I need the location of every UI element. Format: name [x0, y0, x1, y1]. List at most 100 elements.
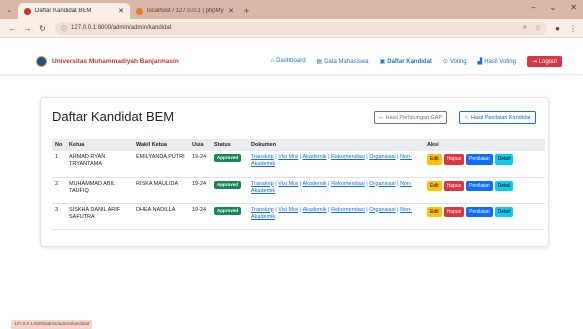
doc-link-organisasi[interactable]: Organisasi	[369, 154, 395, 160]
url-field[interactable]: ⓘ 127.0.0.1:8000/admin/admin/kandidat ⌕ …	[55, 21, 548, 35]
browser-menu-icon[interactable]: ⋮	[569, 24, 577, 33]
zoom-icon[interactable]: ⌕	[523, 24, 527, 32]
back-icon[interactable]: ←	[6, 24, 19, 33]
favicon-icon	[136, 7, 143, 15]
table-row: 3 SISKHA DANIL ARIF SAFUTRA DHEA NADILLA…	[52, 203, 545, 230]
cell-status: Approved	[211, 177, 248, 204]
doc-link-visi-misi[interactable]: Visi Misi	[278, 181, 298, 187]
doc-link-rekomendasi[interactable]: Rekomendasi	[331, 207, 365, 213]
tab-close-icon[interactable]: ✕	[228, 7, 234, 15]
window-controls: – ⌄ ✕	[531, 3, 577, 12]
table-row: 1 AHMAD RYAN TRYANTAMA EMILYANDA PUTRI 1…	[52, 151, 545, 178]
hapus-button[interactable]: Hapus	[443, 206, 465, 218]
nav-daftar-kandidat[interactable]: ▣ Daftar Kandidat	[380, 58, 432, 65]
bookmark-star-icon[interactable]: ☆	[535, 24, 541, 32]
status-badge: Approved	[214, 206, 242, 215]
col-no: No	[52, 139, 66, 151]
cell-usia: 19-24	[189, 203, 211, 230]
id-card-icon: ▣	[379, 58, 386, 65]
browser-tab-active[interactable]: Daftar Kandidat BEM ✕	[18, 3, 130, 19]
nav-voting[interactable]: ⊙ Voting	[443, 58, 467, 65]
reload-icon[interactable]: ↻	[36, 24, 49, 33]
new-tab-button[interactable]: +	[244, 3, 249, 19]
university-logo	[36, 55, 47, 67]
cell-wakil: RISKA MAULIDA	[133, 177, 189, 204]
logout-button[interactable]: ⇥ Logout	[526, 55, 562, 67]
hasil-penilaian-button[interactable]: ♘ Hasil Penilaian Kandidat	[459, 111, 536, 124]
doc-link-organisasi[interactable]: Organisasi	[369, 181, 395, 187]
detail-button[interactable]: Detail	[494, 154, 514, 165]
doc-link-akademik[interactable]: Akademik	[302, 207, 326, 213]
nav-data-mahasiswa[interactable]: ▤ Data Mahasiswa	[317, 58, 369, 65]
col-aksi: Aksi	[424, 139, 545, 151]
site-info-icon[interactable]: ⓘ	[61, 24, 67, 33]
edit-button[interactable]: Edit	[427, 154, 442, 165]
cell-ketua: MUHAMMAD ABIL TAUFIQ	[66, 177, 133, 204]
hapus-button[interactable]: Hapus	[443, 154, 465, 165]
detail-button[interactable]: Detail	[494, 206, 514, 218]
minimize-icon[interactable]: –	[531, 3, 535, 12]
browser-tab-inactive[interactable]: localhost / 127.0.0.1 | phpMyAd... ✕	[130, 3, 240, 19]
doc-link-visi-misi[interactable]: Visi Misi	[278, 154, 298, 160]
nav-links: ⌂ Dashboard ▤ Data Mahasiswa ▣ Daftar Kandi…	[271, 55, 562, 67]
doc-link-visi-misi[interactable]: Visi Misi	[278, 207, 298, 213]
cell-ketua: AHMAD RYAN TRYANTAMA	[66, 151, 133, 178]
cell-no: 3	[52, 203, 66, 230]
edit-button[interactable]: Edit	[427, 180, 442, 192]
doc-link-transkrip[interactable]: Transkrip	[251, 181, 274, 187]
url-text: 127.0.0.1:8000/admin/admin/kandidat	[71, 25, 172, 31]
bar-chart-icon: ▟	[477, 58, 483, 65]
hapus-button[interactable]: Hapus	[443, 180, 465, 192]
cell-aksi: Edit Hapus Penilaian Detail	[424, 177, 545, 204]
col-wakil: Wakil Ketua	[133, 139, 189, 151]
address-bar-row: ← → ↻ ⓘ 127.0.0.1:8000/admin/admin/kandi…	[0, 19, 583, 38]
status-badge: Approved	[214, 154, 242, 163]
edit-button[interactable]: Edit	[427, 206, 442, 218]
tab-title: localhost / 127.0.0.1 | phpMyAd...	[147, 8, 224, 14]
status-bar-url: 127.0.0.1:8000/admin/admin/kandidat	[11, 320, 93, 329]
cell-aksi: Edit Hapus Penilaian Detail	[424, 203, 545, 230]
cell-ketua: SISKHA DANIL ARIF SAFUTRA	[66, 203, 133, 230]
col-ketua: Ketua	[66, 139, 133, 151]
table-row: 2 MUHAMMAD ABIL TAUFIQ RISKA MAULIDA 19-…	[52, 177, 545, 204]
cell-dokumen: Transkrip | Visi Misi | Akademik | Rekom…	[248, 177, 424, 204]
nav-hasil-voting[interactable]: ▟ Hasil Voting	[478, 58, 516, 65]
tab-title: Daftar Kandidat BEM	[35, 8, 92, 14]
logout-icon: ⇥	[531, 58, 539, 65]
cell-no: 2	[52, 177, 66, 204]
cell-no: 1	[52, 151, 66, 178]
hasil-gap-button[interactable]: ⌙ Hasil Perhitungan GAP	[374, 111, 448, 124]
chart-icon: ⌙	[379, 114, 384, 121]
tab-close-icon[interactable]: ✕	[118, 7, 124, 15]
col-usia: Usia	[189, 139, 211, 151]
doc-link-organisasi[interactable]: Organisasi	[369, 207, 395, 213]
page-title: Daftar Kandidat BEM	[52, 109, 175, 124]
close-window-icon[interactable]: ✕	[570, 3, 577, 12]
doc-link-rekomendasi[interactable]: Rekomendasi	[331, 154, 365, 160]
col-status: Status	[211, 139, 248, 151]
doc-link-rekomendasi[interactable]: Rekomendasi	[331, 181, 365, 187]
brand-name[interactable]: Universitas Muhammadiyah Banjarmasin	[52, 58, 179, 65]
doc-link-transkrip[interactable]: Transkrip	[251, 154, 274, 160]
favicon-icon	[24, 7, 31, 15]
home-icon: ⌂	[270, 58, 275, 64]
doc-link-akademik[interactable]: Akademik	[302, 154, 326, 160]
forward-icon[interactable]: →	[21, 24, 34, 33]
doc-link-akademik[interactable]: Akademik	[302, 181, 326, 187]
penilaian-button[interactable]: Penilaian	[466, 154, 493, 165]
profile-icon[interactable]: ●	[555, 24, 560, 33]
doc-link-transkrip[interactable]: Transkrip	[251, 207, 274, 213]
detail-button[interactable]: Detail	[494, 180, 514, 192]
penilaian-button[interactable]: Penilaian	[466, 206, 493, 218]
cell-dokumen: Transkrip | Visi Misi | Akademik | Rekom…	[248, 151, 424, 178]
cell-wakil: DHEA NADILLA	[133, 203, 189, 230]
col-dokumen: Dokumen	[248, 139, 424, 151]
restore-icon[interactable]: ⌄	[550, 3, 557, 12]
nav-dashboard[interactable]: ⌂ Dashboard	[271, 58, 306, 64]
table-header-row: No Ketua Wakil Ketua Usia Status Dokumen…	[52, 139, 545, 151]
cell-aksi: Edit Hapus Penilaian Detail	[424, 151, 545, 178]
browser-tab-bar: ⌄ Daftar Kandidat BEM ✕ localhost / 127.…	[0, 0, 583, 19]
kandidat-card: Daftar Kandidat BEM ⌙ Hasil Perhitungan G…	[40, 97, 549, 247]
tab-menu-icon[interactable]: ⌄	[0, 0, 18, 19]
penilaian-button[interactable]: Penilaian	[466, 180, 493, 192]
